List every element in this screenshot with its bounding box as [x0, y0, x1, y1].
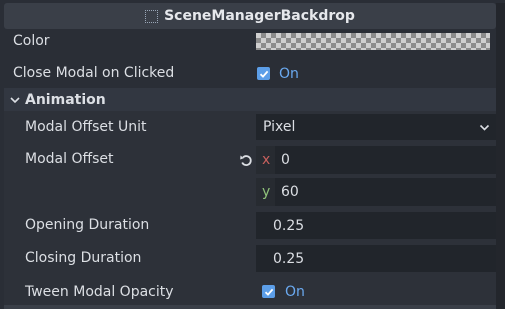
chevron-down-icon — [10, 96, 20, 103]
closing-duration-label: Closing Duration — [25, 250, 142, 266]
color-label: Color — [13, 33, 50, 49]
closing-duration-value: 0.25 — [273, 251, 305, 267]
check-icon — [259, 70, 268, 78]
opening-duration-value: 0.25 — [273, 218, 305, 234]
scrollbar-track[interactable] — [496, 3, 505, 309]
modal-offset-unit-label: Modal Offset Unit — [25, 119, 147, 135]
chevron-down-icon — [479, 124, 490, 131]
dropdown-value: Pixel — [263, 119, 296, 135]
section-title: Animation — [25, 91, 106, 108]
closing-duration-field[interactable]: 0.25 — [256, 245, 496, 272]
close-modal-value: On — [279, 66, 299, 82]
modal-offset-x-field[interactable]: x 0 — [256, 146, 496, 174]
x-axis-label: x — [262, 152, 271, 168]
inspector-header: SceneManagerBackdrop — [4, 3, 496, 29]
tween-modal-opacity-value: On — [285, 284, 305, 300]
node-icon — [145, 9, 159, 23]
revert-icon[interactable] — [239, 153, 253, 167]
animation-section-header[interactable]: Animation — [4, 88, 496, 111]
modal-offset-y-field[interactable]: y 60 — [256, 178, 496, 206]
opening-duration-field[interactable]: 0.25 — [256, 212, 496, 239]
close-modal-label: Close Modal on Clicked — [13, 65, 175, 81]
animation-section-body — [4, 111, 496, 309]
y-value: 60 — [281, 184, 299, 200]
opening-duration-label: Opening Duration — [25, 217, 150, 233]
close-modal-checkbox[interactable] — [257, 67, 270, 80]
divider — [4, 305, 496, 309]
modal-offset-unit-dropdown[interactable]: Pixel — [256, 114, 496, 140]
modal-offset-label: Modal Offset — [25, 151, 114, 167]
tween-modal-opacity-checkbox[interactable] — [262, 285, 275, 298]
header-title: SceneManagerBackdrop — [164, 8, 355, 24]
y-axis-label: y — [262, 184, 271, 200]
tween-modal-opacity-label: Tween Modal Opacity — [25, 284, 174, 300]
color-swatch[interactable] — [256, 33, 490, 50]
check-icon — [264, 288, 273, 296]
x-value: 0 — [281, 152, 290, 168]
